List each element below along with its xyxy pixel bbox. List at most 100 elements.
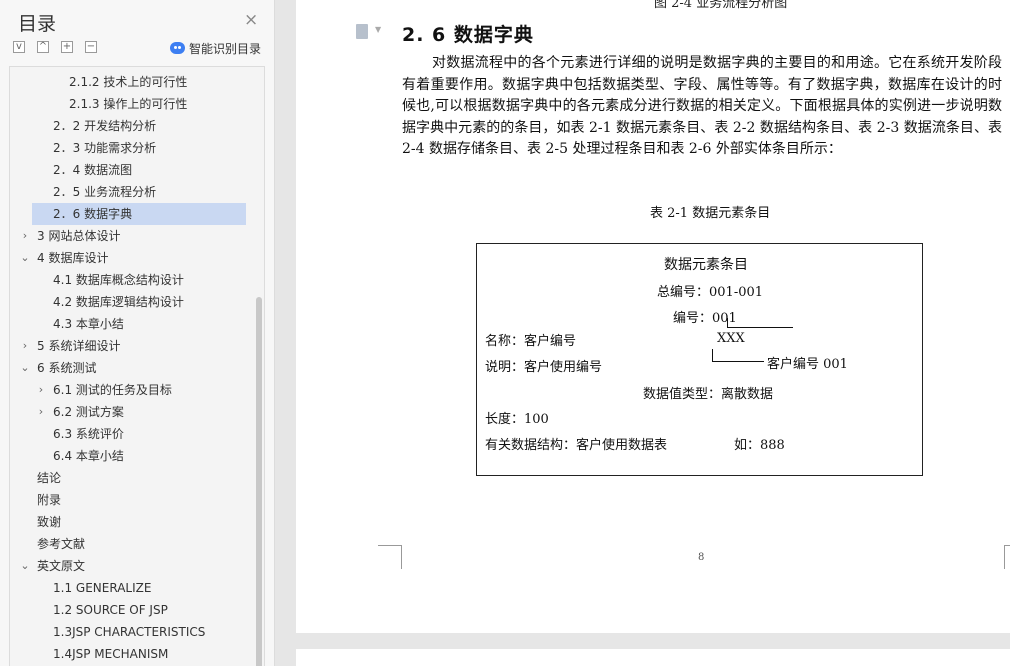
outline-item-label: 致谢: [37, 515, 62, 529]
entry-name: 名称：客户编号: [485, 334, 577, 349]
outline-item[interactable]: 2.1.3 操作上的可行性: [10, 93, 264, 115]
connector-line: [712, 361, 764, 362]
outline-item[interactable]: ⌄ 4 数据库设计: [10, 247, 264, 269]
outline-item-label: 6.1 测试的任务及目标: [53, 383, 172, 397]
chevron-down-icon[interactable]: ⌄: [19, 247, 31, 269]
page-number: 8: [698, 552, 705, 563]
chevron-down-icon[interactable]: ⌄: [19, 555, 31, 577]
outline-item[interactable]: 6.4 本章小结: [10, 445, 264, 467]
chevron-down-icon[interactable]: ▼: [375, 25, 381, 34]
chevron-right-icon[interactable]: ›: [35, 401, 47, 423]
crop-mark: [1004, 545, 1005, 569]
expand-up-icon[interactable]: ^: [37, 41, 49, 53]
section-heading: 2. 6 数据字典: [402, 24, 534, 46]
outline-item[interactable]: 1.1 GENERALIZE: [10, 577, 264, 599]
entry-length: 长度：100: [485, 412, 549, 427]
outline-item-label: 6.2 测试方案: [53, 405, 124, 419]
collapse-all-icon[interactable]: v: [13, 41, 25, 53]
outline-item-label: 1.1 GENERALIZE: [53, 581, 152, 595]
chevron-right-icon[interactable]: ›: [35, 379, 47, 401]
outline-item-label: 2．2 开发结构分析: [53, 119, 157, 133]
outline-item-label: 2．6 数据字典: [53, 207, 133, 221]
outline-item-label: 6 系统测试: [37, 361, 97, 375]
entry-description: 说明：客户使用编号: [485, 360, 603, 375]
outline-tree: 2.1.2 技术上的可行性 2.1.3 操作上的可行性 2．2 开发结构分析 2．3 …: [9, 66, 265, 666]
outline-item[interactable]: › 3 网站总体设计: [10, 225, 264, 247]
robot-icon: [170, 42, 185, 54]
outline-item-label: 4.1 数据库概念结构设计: [53, 273, 184, 287]
outline-item-label: 1.4JSP MECHANISM: [53, 647, 169, 661]
outline-item-label: 2.1.3 操作上的可行性: [69, 97, 188, 111]
outline-item[interactable]: 4.2 数据库逻辑结构设计: [10, 291, 264, 313]
outline-item-label: 4.2 数据库逻辑结构设计: [53, 295, 184, 309]
entry-total-number: 总编号：001-001: [657, 285, 764, 300]
outline-item-label: 2.1.2 技术上的可行性: [69, 75, 188, 89]
data-element-entry-box: 数据元素条目 总编号：001-001 编号：001 名称：客户编号 XXX 说明…: [476, 243, 923, 476]
smart-toc-button[interactable]: 智能识别目录: [170, 40, 261, 57]
outline-item-label: 2．4 数据流图: [53, 163, 133, 177]
table-caption: 表 2-1 数据元素条目: [650, 206, 771, 221]
outline-item[interactable]: 2．5 业务流程分析: [10, 181, 264, 203]
entry-code-placeholder: XXX: [717, 331, 745, 346]
outline-item[interactable]: ⌄ 6 系统测试: [10, 357, 264, 379]
outline-item-label: 5 系统详细设计: [37, 339, 121, 353]
document-page: ▼ 图 2-4 业务流程分析图 2. 6 数据字典 对数据流程中的各个元素进行详…: [296, 0, 1010, 633]
outline-item-label: 4 数据库设计: [37, 251, 109, 265]
body-paragraph: 对数据流程中的各个元素进行详细的说明是数据字典的主要目的和用途。它在系统开发阶段…: [402, 55, 1002, 158]
figure-caption: 图 2-4 业务流程分析图: [654, 0, 788, 11]
connector-line: [727, 318, 728, 328]
outline-item-label: 1.2 SOURCE OF JSP: [53, 603, 168, 617]
chevron-down-icon[interactable]: ⌄: [19, 357, 31, 379]
entry-title: 数据元素条目: [664, 257, 748, 273]
outline-item[interactable]: 6.3 系统评价: [10, 423, 264, 445]
outline-item[interactable]: 参考文献: [10, 533, 264, 555]
outline-item-label: 6.3 系统评价: [53, 427, 124, 441]
outline-item[interactable]: › 6.2 测试方案: [10, 401, 264, 423]
outline-item[interactable]: 2.1.2 技术上的可行性: [10, 71, 264, 93]
outline-item-label: 附录: [37, 493, 62, 507]
entry-value-type: 数据值类型：离散数据: [643, 387, 774, 402]
outline-panel: 目录 × v ^ + − 智能识别目录 2.1.2 技术上的可行性 2.1.3 操…: [0, 0, 275, 666]
outline-item-label: 英文原文: [37, 559, 86, 573]
outline-item-label: 2．5 业务流程分析: [53, 185, 157, 199]
outline-item[interactable]: 2．6 数据字典: [32, 203, 246, 225]
outline-item[interactable]: 2．2 开发结构分析: [10, 115, 264, 137]
next-document-page: [296, 649, 1010, 666]
page-options-icon[interactable]: [356, 24, 368, 39]
outline-item[interactable]: 附录: [10, 489, 264, 511]
outline-item-label: 结论: [37, 471, 62, 485]
outline-item[interactable]: › 6.1 测试的任务及目标: [10, 379, 264, 401]
outline-item[interactable]: 致谢: [10, 511, 264, 533]
outline-item[interactable]: 2．4 数据流图: [10, 159, 264, 181]
outline-item-label: 1.3JSP CHARACTERISTICS: [53, 625, 206, 639]
outline-item[interactable]: 4.3 本章小结: [10, 313, 264, 335]
connector-line: [727, 327, 793, 328]
document-area: ▼ 图 2-4 业务流程分析图 2. 6 数据字典 对数据流程中的各个元素进行详…: [276, 0, 1010, 666]
entry-code-annotation: 客户编号 001: [767, 357, 848, 372]
outline-item[interactable]: 1.4JSP MECHANISM: [10, 643, 264, 665]
outline-item-label: 2．3 功能需求分析: [53, 141, 157, 155]
crop-mark: [378, 545, 402, 546]
add-heading-icon[interactable]: +: [61, 41, 73, 53]
outline-item-label: 参考文献: [37, 537, 86, 551]
entry-related-structure: 有关数据结构：客户使用数据表: [485, 438, 668, 453]
outline-item[interactable]: 1.2 SOURCE OF JSP: [10, 599, 264, 621]
outline-item[interactable]: ⌄ 英文原文: [10, 555, 264, 577]
entry-example: 如：888: [734, 438, 785, 453]
smart-toc-label: 智能识别目录: [189, 42, 262, 56]
outline-item-label: 3 网站总体设计: [37, 229, 121, 243]
chevron-right-icon[interactable]: ›: [19, 225, 31, 247]
outline-item[interactable]: 结论: [10, 467, 264, 489]
outline-scrollbar[interactable]: [256, 297, 262, 666]
close-icon[interactable]: ×: [244, 10, 258, 30]
outline-item[interactable]: 4.1 数据库概念结构设计: [10, 269, 264, 291]
outline-item[interactable]: 2．3 功能需求分析: [10, 137, 264, 159]
outline-item[interactable]: › 5 系统详细设计: [10, 335, 264, 357]
outline-title: 目录: [18, 13, 57, 35]
crop-mark: [401, 545, 402, 569]
outline-item-label: 6.4 本章小结: [53, 449, 124, 463]
remove-heading-icon[interactable]: −: [85, 41, 97, 53]
chevron-right-icon[interactable]: ›: [19, 335, 31, 357]
outline-item[interactable]: 1.3JSP CHARACTERISTICS: [10, 621, 264, 643]
outline-item-label: 4.3 本章小结: [53, 317, 124, 331]
